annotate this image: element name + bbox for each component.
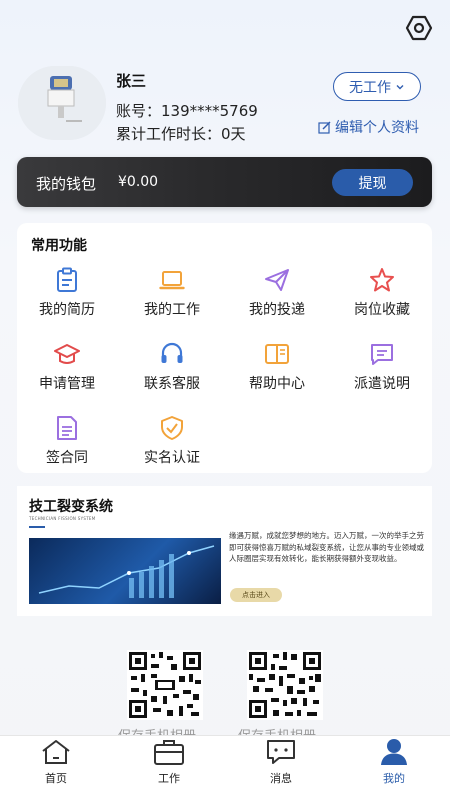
qr-code-left[interactable] — [127, 650, 203, 720]
tab-home[interactable]: 首页 — [11, 736, 101, 800]
common-functions-title: 常用功能 — [31, 238, 87, 254]
function-label: 联系客服 — [144, 376, 200, 392]
function-label: 岗位收藏 — [354, 302, 410, 318]
tab-messages[interactable]: 消息 — [236, 736, 326, 800]
bottom-tab-bar: 首页 工作 消息 我的 — [0, 735, 450, 800]
function-application-management[interactable]: 申请管理 — [17, 341, 117, 401]
user-icon — [381, 739, 407, 765]
profile-section: 张三 账号：139****5769 累计工作时长：0天 无工作 编辑个人资料 — [18, 66, 438, 146]
home-icon — [42, 740, 70, 764]
laptop-icon — [159, 271, 185, 290]
wallet-card[interactable]: 我的钱包 ¥0.00 提现 — [17, 157, 432, 207]
edit-icon — [318, 121, 331, 134]
function-contact-support[interactable]: 联系客服 — [122, 341, 222, 401]
avatar-image — [18, 66, 106, 140]
wallet-balance: ¥0.00 — [118, 174, 159, 190]
withdraw-label: 提现 — [358, 175, 387, 192]
fission-banner-image — [29, 538, 221, 604]
fission-enter-button[interactable]: 点击进入 — [230, 588, 282, 602]
briefcase-icon — [154, 740, 184, 765]
hexagon-settings-icon — [405, 15, 433, 41]
document-icon — [57, 416, 77, 440]
paper-plane-icon — [265, 269, 289, 291]
settings-button[interactable] — [405, 14, 433, 42]
fission-title: 技工裂变系统 — [29, 499, 113, 515]
common-functions-card: 常用功能 我的简历 我的工作 我的投递 岗位收藏 申请管理 联系客服 帮助中心 … — [17, 223, 432, 473]
function-real-name-verification[interactable]: 实名认证 — [122, 415, 222, 475]
function-label: 申请管理 — [39, 376, 95, 392]
edit-profile-link[interactable]: 编辑个人资料 — [318, 117, 419, 137]
avatar[interactable] — [18, 66, 106, 140]
function-dispatch-info[interactable]: 派遣说明 — [332, 341, 432, 401]
function-label: 实名认证 — [144, 450, 200, 466]
account-number: 账号：139****5769 — [116, 102, 258, 120]
work-status-button[interactable]: 无工作 — [333, 72, 421, 101]
fission-enter-label: 点击进入 — [242, 591, 270, 599]
user-name: 张三 — [116, 72, 147, 90]
growth-chart-illustration — [38, 545, 215, 598]
qr-code-image — [129, 652, 201, 718]
chat-icon — [267, 740, 295, 764]
tab-label: 首页 — [45, 772, 67, 785]
work-duration: 累计工作时长：0天 — [116, 125, 246, 143]
chevron-down-icon — [396, 84, 404, 89]
tab-label: 消息 — [270, 772, 292, 785]
resume-icon — [57, 267, 77, 292]
tab-mine[interactable]: 我的 — [349, 736, 439, 800]
function-my-applications[interactable]: 我的投递 — [227, 267, 327, 327]
qr-code-image — [249, 652, 321, 718]
function-label: 我的投递 — [249, 302, 305, 318]
edit-profile-label: 编辑个人资料 — [335, 120, 419, 136]
function-sign-contract[interactable]: 签合同 — [17, 415, 117, 475]
function-my-work[interactable]: 我的工作 — [122, 267, 222, 327]
message-icon — [371, 344, 393, 365]
fission-title-accent — [29, 526, 45, 528]
tab-label: 工作 — [158, 772, 180, 785]
function-label: 我的工作 — [144, 302, 200, 318]
function-label: 帮助中心 — [249, 376, 305, 392]
function-job-favorites[interactable]: 岗位收藏 — [332, 267, 432, 327]
shield-check-icon — [161, 416, 183, 440]
qr-code-right[interactable] — [247, 650, 323, 720]
book-icon — [265, 344, 289, 364]
tab-work[interactable]: 工作 — [124, 736, 214, 800]
star-icon — [370, 268, 394, 292]
function-help-center[interactable]: 帮助中心 — [227, 341, 327, 401]
fission-subtitle: TECHNICIAN FISSION SYSTEM — [29, 516, 96, 521]
function-my-resume[interactable]: 我的简历 — [17, 267, 117, 327]
function-label: 我的简历 — [39, 302, 95, 318]
fission-system-banner[interactable]: 技工裂变系统 TECHNICIAN FISSION SYSTEM 缘遇万赋，成就… — [17, 486, 432, 616]
withdraw-button[interactable]: 提现 — [332, 169, 413, 196]
function-label: 签合同 — [46, 450, 88, 466]
wallet-label: 我的钱包 — [36, 175, 97, 193]
work-status-label: 无工作 — [349, 79, 391, 96]
graduation-cap-icon — [54, 344, 80, 364]
fission-description: 缘遇万赋，成就您梦想的地方。迈入万赋，一次的举手之劳即可获得惊喜万赋的私域裂变系… — [229, 531, 424, 563]
tab-label: 我的 — [383, 772, 405, 785]
headset-icon — [161, 342, 183, 363]
function-label: 派遣说明 — [354, 376, 410, 392]
